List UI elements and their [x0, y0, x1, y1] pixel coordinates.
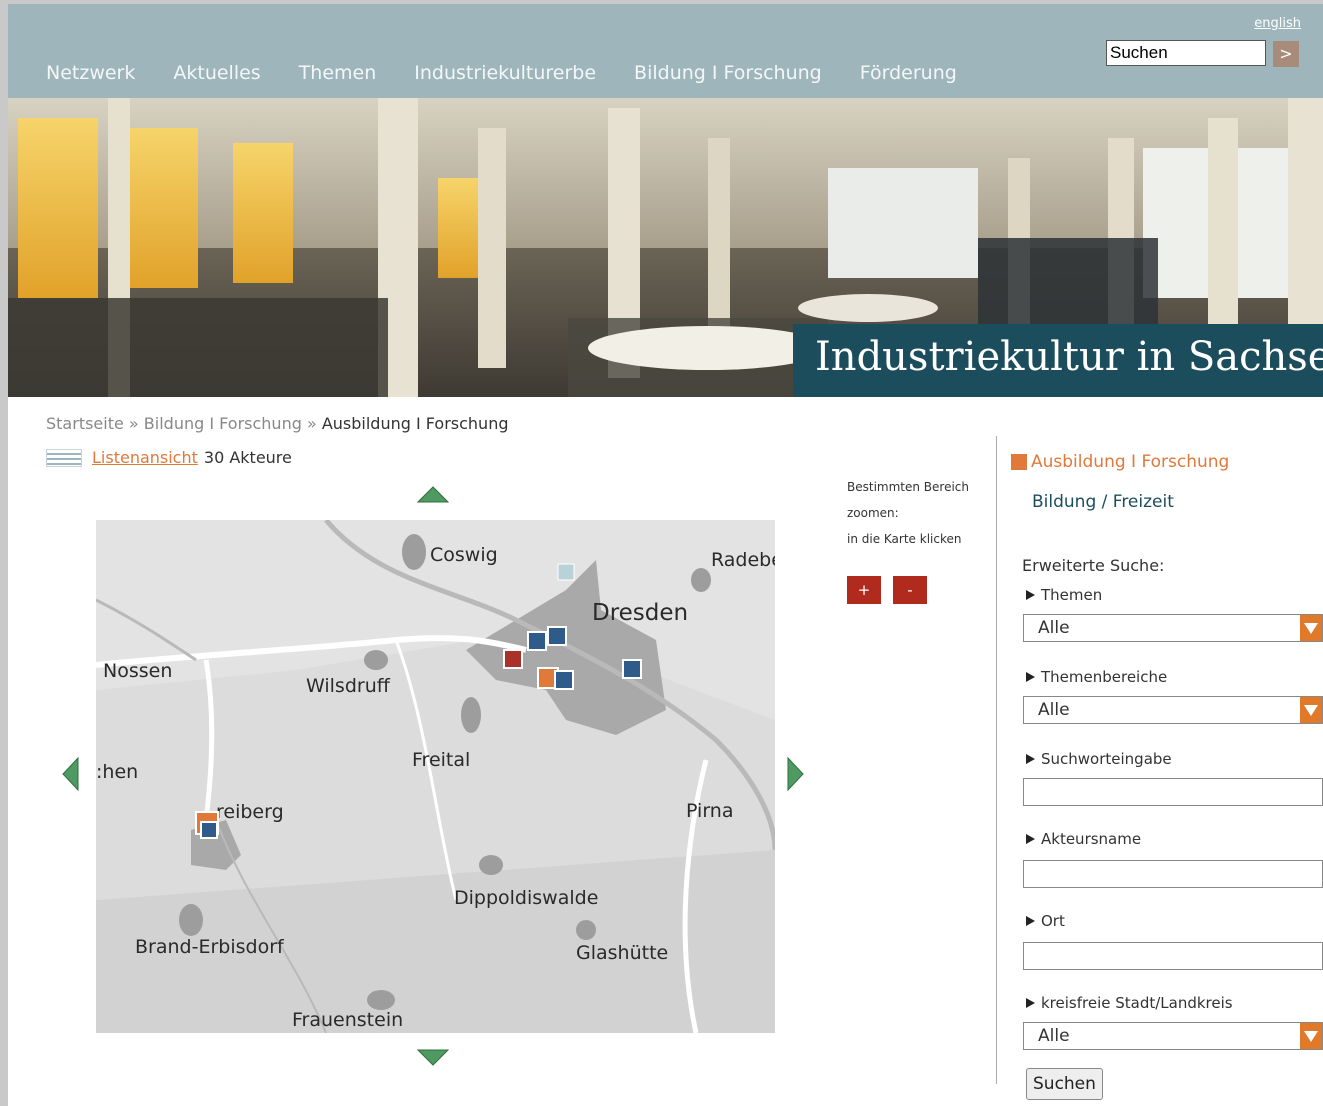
map-label-brand-erbisdorf: Brand-Erbisdorf [135, 936, 285, 958]
map-pan-right-icon[interactable] [786, 756, 806, 792]
themen-select[interactable]: Alle [1023, 614, 1323, 642]
map-pan-left-icon[interactable] [60, 756, 80, 792]
category-label: Ausbildung I Forschung [1031, 452, 1230, 472]
map-label-radebeul: Radebe [711, 549, 775, 571]
breadcrumb-separator: » [123, 414, 144, 433]
search-input[interactable]: Suchen [1106, 40, 1266, 66]
map-label-freiberg: reiberg [216, 801, 284, 823]
map-marker-icon[interactable] [200, 821, 218, 839]
nav-foerderung[interactable]: Förderung [860, 62, 957, 84]
top-navigation-bar: english Netzwerk Aktuelles Themen Indust… [8, 4, 1323, 98]
map-marker-icon[interactable] [503, 649, 523, 669]
themenbereiche-select[interactable]: Alle [1023, 696, 1323, 724]
breadcrumb-separator: » [301, 414, 322, 433]
zoom-out-button[interactable]: - [893, 576, 927, 604]
filter-label: Themen [1041, 586, 1103, 604]
select-value: Alle [1038, 1026, 1070, 1046]
map-label-frauenstein: Frauenstein [292, 1009, 403, 1031]
filter-akteur-toggle[interactable]: Akteursname [1026, 830, 1141, 848]
filter-label: Ort [1041, 912, 1065, 930]
page: english Netzwerk Aktuelles Themen Indust… [8, 4, 1323, 1106]
hero-banner: Industriekultur in Sachsen [8, 98, 1323, 397]
triangle-right-icon [1026, 998, 1035, 1008]
map-label-freital: Freital [412, 749, 470, 771]
map-marker-icon[interactable] [622, 659, 642, 679]
triangle-right-icon [1026, 834, 1035, 844]
filter-themen-toggle[interactable]: Themen [1026, 586, 1102, 604]
map-label-wilsdruff: Wilsdruff [306, 675, 391, 697]
select-value: Alle [1038, 700, 1070, 720]
map-marker-icon[interactable] [527, 631, 547, 651]
divider [996, 436, 997, 1084]
breadcrumb-bildung-forschung[interactable]: Bildung I Forschung [144, 414, 302, 433]
zoom-help-line: zoomen: [847, 506, 899, 520]
nav-bildung-forschung[interactable]: Bildung I Forschung [634, 62, 822, 84]
filter-kreis-toggle[interactable]: kreisfreie Stadt/Landkreis [1026, 994, 1233, 1012]
filter-label: Akteursname [1041, 830, 1142, 848]
triangle-right-icon [1026, 590, 1035, 600]
map[interactable]: Coswig Radebe Dresden Nossen Wilsdruff F… [96, 520, 775, 1033]
zoom-help: Bestimmten Bereich zoomen: in die Karte … [847, 474, 977, 552]
nav-industriekulturerbe[interactable]: Industriekulturerbe [414, 62, 596, 84]
site-title: Industriekultur in Sachsen [815, 334, 1323, 380]
triangle-right-icon [1026, 672, 1035, 682]
filter-label: kreisfreie Stadt/Landkreis [1041, 994, 1233, 1012]
map-label-dresden: Dresden [592, 600, 688, 626]
breadcrumb-home[interactable]: Startseite [46, 414, 124, 433]
suchwort-input[interactable] [1023, 778, 1323, 806]
triangle-right-icon [1026, 916, 1035, 926]
language-link-english[interactable]: english [1254, 16, 1301, 31]
map-label-pirna: Pirna [686, 800, 733, 822]
zoom-in-button[interactable]: + [847, 576, 881, 604]
map-marker-icon[interactable] [547, 626, 567, 646]
zoom-help-line: in die Karte klicken [847, 532, 962, 546]
chevron-down-icon[interactable] [1300, 697, 1322, 723]
map-marker-icon[interactable] [554, 670, 574, 690]
category-square-icon [1011, 454, 1027, 470]
site-title-box: Industriekultur in Sachsen [793, 324, 1323, 397]
triangle-right-icon [1026, 754, 1035, 764]
main-nav: Netzwerk Aktuelles Themen Industriekultu… [46, 62, 995, 84]
advanced-search-heading: Erweiterte Suche: [1022, 556, 1165, 575]
map-pan-down-icon[interactable] [416, 1048, 450, 1068]
map-label-nossen: Nossen [103, 660, 172, 682]
nav-aktuelles[interactable]: Aktuelles [173, 62, 260, 84]
filter-label: Suchworteingabe [1041, 750, 1172, 768]
select-value: Alle [1038, 618, 1070, 638]
map-label-partial-city: :hen [96, 761, 138, 783]
filter-label: Themenbereiche [1041, 668, 1168, 686]
akteursname-input[interactable] [1023, 860, 1323, 888]
map-pan-up-icon[interactable] [416, 484, 450, 504]
filter-themenbereiche-toggle[interactable]: Themenbereiche [1026, 668, 1167, 686]
category-ausbildung-forschung[interactable]: Ausbildung I Forschung [1011, 452, 1229, 472]
kreis-select[interactable]: Alle [1023, 1022, 1323, 1050]
filter-ort-toggle[interactable]: Ort [1026, 912, 1065, 930]
list-view-bar: Listenansicht 30 Akteure [46, 448, 292, 467]
breadcrumb-current: Ausbildung I Forschung [321, 414, 509, 433]
search-submit-button[interactable]: > [1273, 41, 1299, 67]
category-bildung-freizeit[interactable]: Bildung / Freizeit [1032, 492, 1174, 512]
map-marker-icon[interactable] [557, 563, 575, 581]
map-canvas[interactable]: Coswig Radebe Dresden Nossen Wilsdruff F… [96, 520, 775, 1033]
chevron-down-icon[interactable] [1300, 1023, 1322, 1049]
map-label-glashuette: Glashütte [576, 942, 668, 964]
map-label-coswig: Coswig [430, 544, 498, 566]
map-label-dippoldiswalde: Dippoldiswalde [454, 887, 598, 909]
submit-search-button[interactable]: Suchen [1026, 1068, 1103, 1100]
zoom-help-line: Bestimmten Bereich [847, 480, 969, 494]
list-view-icon[interactable] [46, 448, 82, 467]
filter-suchwort-toggle[interactable]: Suchworteingabe [1026, 750, 1172, 768]
list-view-link[interactable]: Listenansicht [92, 448, 198, 467]
chevron-down-icon[interactable] [1300, 615, 1322, 641]
ort-input[interactable] [1023, 942, 1323, 970]
actor-count: 30 Akteure [203, 448, 292, 467]
nav-netzwerk[interactable]: Netzwerk [46, 62, 135, 84]
breadcrumb: Startseite » Bildung I Forschung » Ausbi… [46, 414, 509, 433]
nav-themen[interactable]: Themen [299, 62, 377, 84]
